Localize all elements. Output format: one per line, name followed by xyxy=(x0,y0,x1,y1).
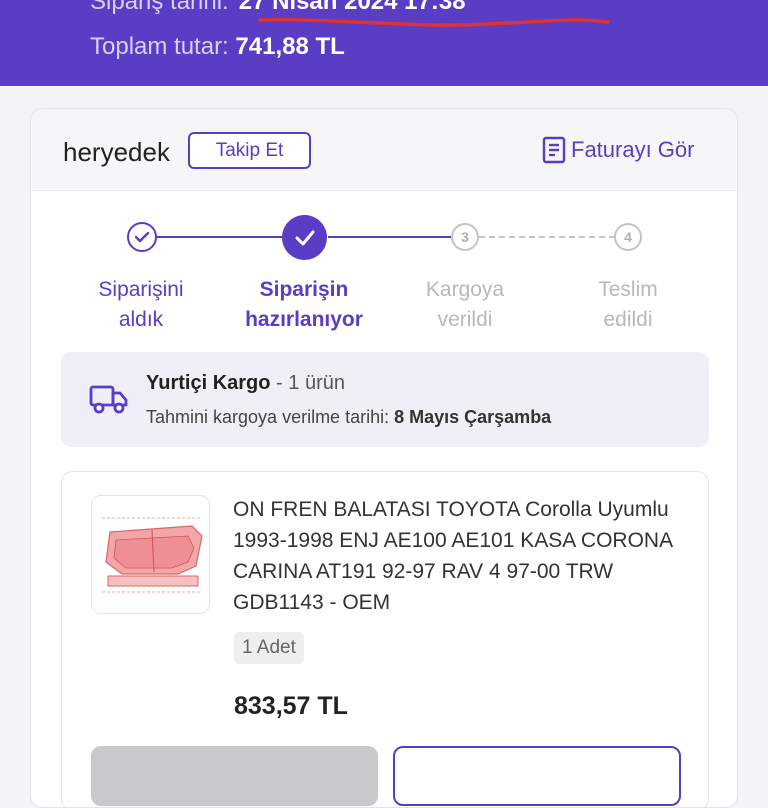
step-1-label: Siparişini aldık xyxy=(61,275,221,335)
order-total-row: Toplam tutar: 741,88 TL xyxy=(90,33,345,61)
seller-name[interactable]: heryedek xyxy=(63,137,170,168)
truck-icon xyxy=(89,385,128,414)
shipping-estimate-row: Tahmini kargoya verilme tarihi: 8 Mayıs … xyxy=(146,407,551,428)
step-4-number: 4 xyxy=(614,223,642,251)
shipping-carrier: Yurtiçi Kargo xyxy=(146,372,271,394)
shipping-estimate-label: Tahmini kargoya verilme tarihi: xyxy=(146,407,390,427)
order-total-label: Toplam tutar: xyxy=(90,33,229,60)
quantity-badge: 1 Adet xyxy=(234,632,304,664)
order-date-value: 27 Nisan 2024 17:38 xyxy=(238,0,466,15)
step-2-check-icon xyxy=(282,215,327,260)
shipping-item-count: - 1 ürün xyxy=(276,372,345,394)
step-2-label-line2: hazırlanıyor xyxy=(245,308,363,331)
product-price: 833,57 TL xyxy=(234,692,348,720)
order-header: Sipariş tarihi: 27 Nisan 2024 17:38 Topla… xyxy=(0,0,768,86)
step-3-label-line2: verildi xyxy=(437,308,493,331)
order-progress-steps: 3 4 Siparişini aldık Siparişin hazırlanı… xyxy=(31,191,737,341)
step-connector-1 xyxy=(156,236,283,238)
step-3-number: 3 xyxy=(451,223,479,251)
step-2-label: Siparişin hazırlanıyor xyxy=(224,275,384,335)
step-connector-2 xyxy=(328,236,452,238)
order-date-label: Sipariş tarihi: xyxy=(90,0,229,15)
step-1-check-icon xyxy=(127,222,157,252)
brake-pad-image xyxy=(102,517,203,593)
order-card: heryedek Takip Et Faturayı Gör 3 4 Sipar… xyxy=(30,108,738,808)
order-total-value: 741,88 TL xyxy=(235,33,345,60)
invoice-icon xyxy=(542,136,566,164)
step-4-label-line2: edildi xyxy=(603,308,653,331)
step-1-label-line2: aldık xyxy=(118,308,164,331)
product-title[interactable]: ON FREN BALATASI TOYOTA Corolla Uyumlu 1… xyxy=(233,494,693,618)
step-connector-3 xyxy=(479,236,615,238)
step-4-label: Teslim edildi xyxy=(548,275,708,335)
step-1-label-line1: Siparişini xyxy=(98,278,184,301)
red-underline-mark xyxy=(258,18,610,27)
step-3-label-line1: Kargoya xyxy=(425,278,505,301)
secondary-action-button[interactable] xyxy=(393,746,681,806)
follow-button[interactable]: Takip Et xyxy=(188,132,311,169)
shipping-carrier-row: Yurtiçi Kargo - 1 ürün xyxy=(146,372,345,395)
product-image[interactable] xyxy=(91,495,210,614)
step-4-label-line1: Teslim xyxy=(598,278,658,301)
view-invoice-link[interactable]: Faturayı Gör xyxy=(541,136,694,164)
step-3-label: Kargoya verildi xyxy=(385,275,545,335)
product-card[interactable]: ON FREN BALATASI TOYOTA Corolla Uyumlu 1… xyxy=(61,471,709,807)
view-invoice-label: Faturayı Gör xyxy=(571,137,695,162)
shipping-info-box: Yurtiçi Kargo - 1 ürün Tahmini kargoya v… xyxy=(61,352,709,447)
seller-bar: heryedek Takip Et Faturayı Gör xyxy=(31,109,737,191)
shipping-estimate-value: 8 Mayıs Çarşamba xyxy=(394,407,552,427)
step-2-label-line1: Siparişin xyxy=(259,278,349,301)
disabled-action-button[interactable] xyxy=(91,746,378,806)
